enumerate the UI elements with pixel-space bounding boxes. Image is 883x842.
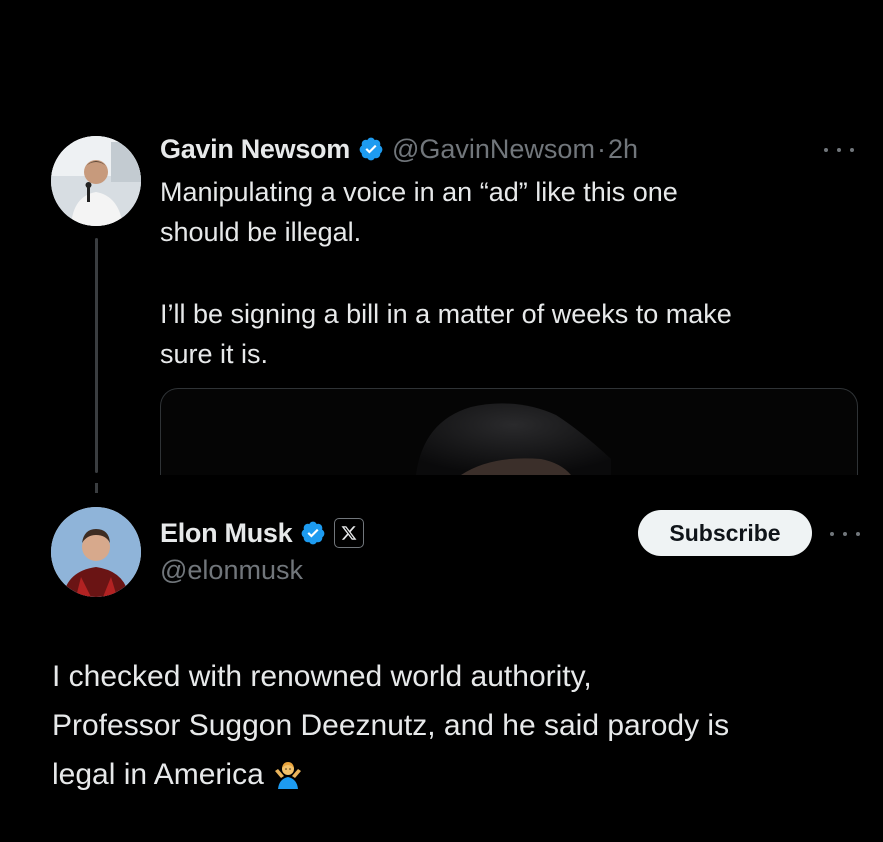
- tweet-text-line: should be illegal.: [160, 217, 362, 247]
- newsom-name[interactable]: Gavin Newsom: [160, 134, 350, 165]
- tweet-header: Gavin Newsom @GavinNewsom · 2h: [160, 132, 638, 166]
- thread-connector-gap: [95, 483, 98, 493]
- x-logo-icon[interactable]: [334, 518, 365, 548]
- media-thumbnail: [416, 403, 611, 475]
- musk-name[interactable]: Elon Musk: [160, 518, 293, 549]
- more-options-icon[interactable]: [824, 143, 854, 157]
- newsom-handle[interactable]: @GavinNewsom: [392, 134, 595, 165]
- tweet-time[interactable]: 2h: [608, 134, 638, 165]
- newsom-avatar[interactable]: [51, 136, 141, 226]
- reply-text: I checked with renowned world authority,…: [52, 652, 872, 799]
- subscribe-button[interactable]: Subscribe: [638, 510, 812, 556]
- musk-handle[interactable]: @elonmusk: [160, 555, 303, 586]
- verified-badge-icon: [358, 136, 384, 162]
- thread-connector: [95, 238, 98, 473]
- tweet-text: Manipulating a voice in an “ad” like thi…: [160, 172, 850, 374]
- tweet-text-line: Manipulating a voice in an “ad” like thi…: [160, 177, 678, 207]
- media-card[interactable]: [160, 388, 858, 475]
- verified-badge-icon: [300, 520, 326, 546]
- tweet-text-line: I’ll be signing a bill in a matter of we…: [160, 299, 732, 329]
- person-shrugging-emoji-icon: [272, 757, 304, 789]
- meta-separator: ·: [596, 133, 606, 164]
- reply-text-line: Professor Suggon Deeznutz, and he said p…: [52, 709, 730, 742]
- more-options-icon[interactable]: [830, 527, 860, 541]
- reply-text-line: I checked with renowned world authority,: [52, 660, 592, 693]
- musk-avatar[interactable]: [51, 507, 141, 597]
- reply-header: Elon Musk: [160, 515, 365, 551]
- tweet-text-line: sure it is.: [160, 339, 269, 369]
- reply-text-line: legal in America: [52, 758, 264, 791]
